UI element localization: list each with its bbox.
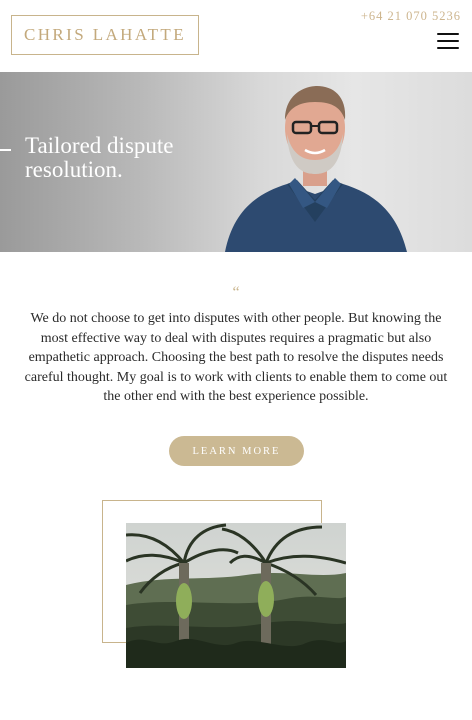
site-header: CHRIS LAHATTE +64 21 070 5236 bbox=[0, 0, 472, 72]
man-portrait-photo bbox=[225, 86, 407, 252]
hero-banner: Tailored dispute resolution. bbox=[0, 72, 472, 252]
quote-paragraph: We do not choose to get into disputes wi… bbox=[24, 311, 448, 404]
learn-more-button[interactable]: LEARN MORE bbox=[169, 436, 304, 466]
phone-number[interactable]: +64 21 070 5236 bbox=[361, 9, 461, 24]
hero-title: Tailored dispute resolution. bbox=[25, 133, 174, 182]
quote-mark: “ bbox=[232, 284, 240, 301]
hero-accent-line bbox=[0, 149, 11, 151]
nikau-palms-photo bbox=[126, 523, 346, 668]
hamburger-menu-icon[interactable] bbox=[437, 33, 459, 50]
site-logo[interactable]: CHRIS LAHATTE bbox=[11, 15, 199, 55]
